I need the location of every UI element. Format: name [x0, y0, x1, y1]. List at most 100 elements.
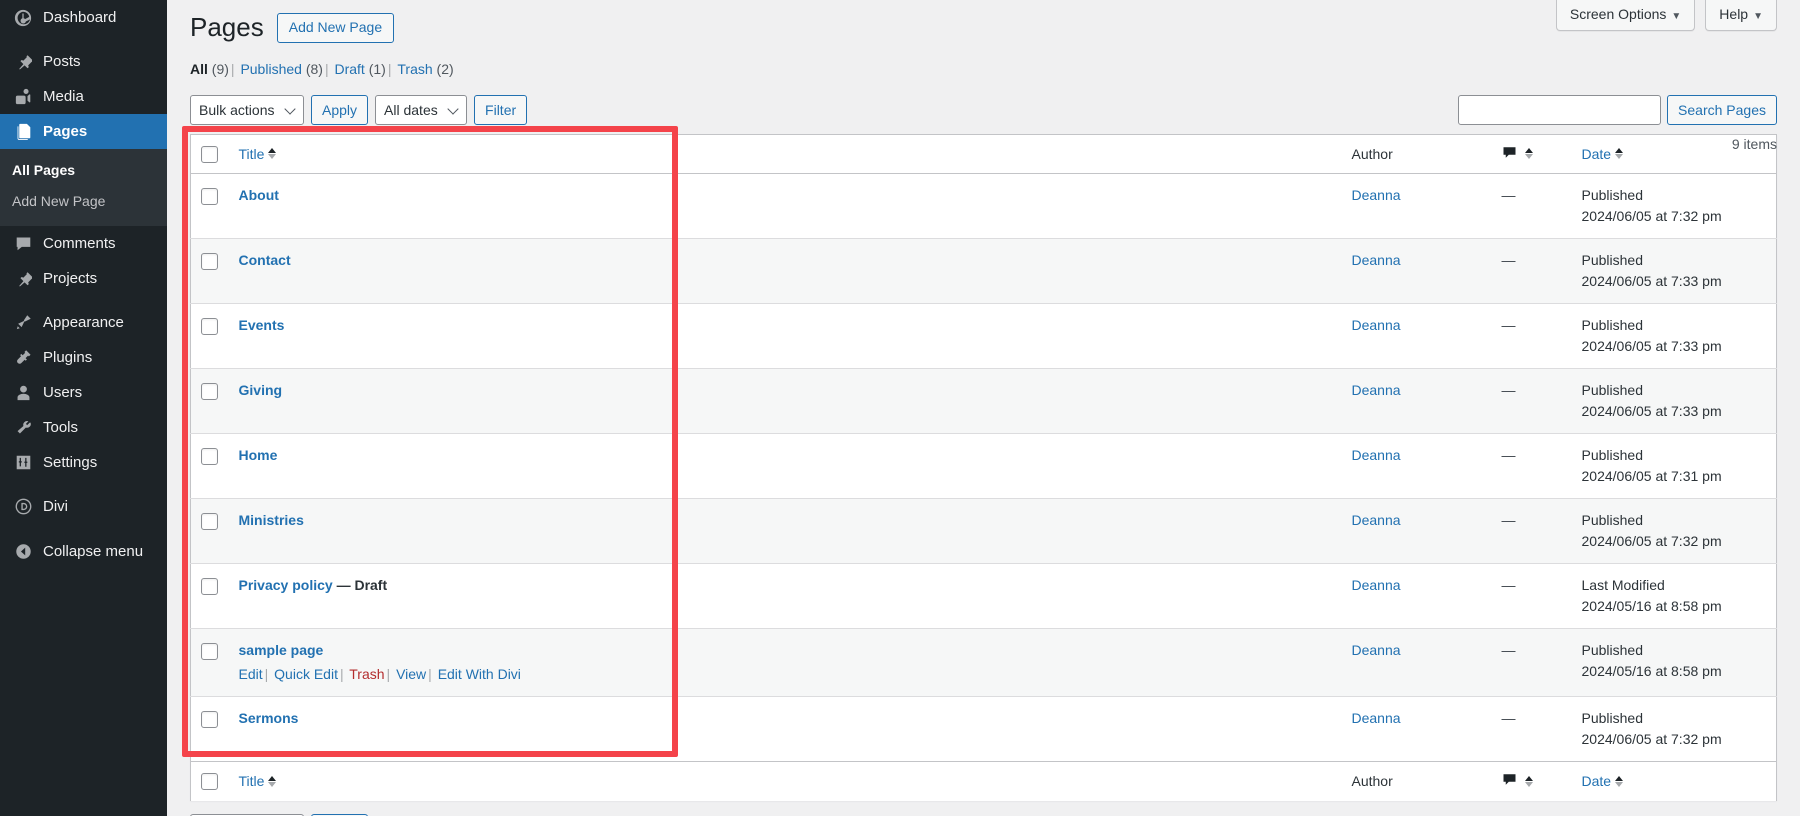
sidebar-item-plugins[interactable]: Plugins — [0, 340, 167, 375]
comment-icon — [1502, 772, 1517, 790]
row-title-link[interactable]: Home — [239, 447, 278, 463]
row-comments-value: — — [1501, 446, 1516, 463]
row-checkbox[interactable] — [201, 382, 218, 400]
row-title-link[interactable]: Events — [239, 317, 285, 333]
row-title-link[interactable]: Giving — [239, 382, 283, 398]
row-action-view[interactable]: View — [396, 666, 426, 682]
row-action-edit-with-divi[interactable]: Edit With Divi — [438, 666, 521, 682]
sidebar-item-users[interactable]: Users — [0, 375, 167, 410]
sort-date-link-top[interactable]: Date — [1582, 146, 1624, 162]
search-pages-button[interactable]: Search Pages — [1667, 94, 1777, 125]
sidebar-item-collapse-menu[interactable]: Collapse menu — [0, 534, 167, 569]
column-title-label: Title — [238, 145, 265, 162]
row-checkbox[interactable] — [201, 317, 218, 335]
row-author-link[interactable]: Deanna — [1352, 187, 1401, 203]
sort-date-link-bottom[interactable]: Date — [1582, 773, 1624, 789]
sidebar-item-dashboard[interactable]: Dashboard — [0, 0, 167, 35]
row-checkbox[interactable] — [201, 252, 218, 270]
sidebar-item-all-pages[interactable]: All Pages — [0, 155, 167, 186]
view-link-all: All (9) | — [190, 61, 237, 77]
sort-title-link-top[interactable]: Title — [239, 146, 277, 162]
collapse-icon — [12, 541, 34, 561]
row-author-cell: Deanna — [1341, 562, 1492, 629]
sidebar-item-divi[interactable]: Divi — [0, 489, 167, 524]
sidebar-item-add-new-page[interactable]: Add New Page — [0, 186, 167, 217]
search-input[interactable] — [1458, 94, 1662, 125]
apply-button-top[interactable]: Apply — [311, 94, 369, 125]
row-checkbox[interactable] — [201, 642, 218, 660]
row-checkbox[interactable] — [201, 447, 218, 465]
brush-icon — [12, 312, 34, 332]
row-checkbox[interactable] — [201, 710, 218, 728]
sidebar-item-media[interactable]: Media — [0, 79, 167, 114]
row-action-trash[interactable]: Trash — [349, 666, 384, 682]
add-new-page-button[interactable]: Add New Page — [276, 12, 395, 43]
row-comments-cell: — — [1492, 173, 1572, 238]
sidebar-item-appearance[interactable]: Appearance — [0, 305, 167, 340]
plugin-icon — [12, 347, 34, 367]
help-label: Help — [1719, 6, 1749, 22]
sidebar-item-posts[interactable]: Posts — [0, 44, 167, 79]
sidebar-item-label: Projects — [43, 269, 98, 287]
row-action-quick-edit[interactable]: Quick Edit — [274, 666, 338, 682]
sidebar-item-label: Pages — [43, 123, 88, 140]
column-date-label: Date — [1581, 145, 1612, 162]
row-checkbox-cell — [190, 302, 229, 369]
row-checkbox-cell — [190, 432, 229, 499]
row-date-value: 2024/06/05 at 7:33 pm — [1581, 337, 1722, 354]
bulk-actions-select[interactable]: Bulk actions — [190, 94, 304, 125]
select-all-checkbox-top[interactable] — [201, 145, 218, 163]
table-head: Title Author Date — [190, 134, 1777, 174]
row-checkbox[interactable] — [201, 577, 218, 595]
row-author-link[interactable]: Deanna — [1352, 317, 1401, 333]
view-separator: | — [230, 60, 235, 77]
sidebar-item-settings[interactable]: Settings — [0, 445, 167, 480]
sidebar-item-tools[interactable]: Tools — [0, 410, 167, 445]
select-all-checkbox-bottom[interactable] — [201, 773, 218, 791]
row-author-link[interactable]: Deanna — [1352, 252, 1401, 268]
row-author-link[interactable]: Deanna — [1352, 642, 1401, 658]
media-icon — [12, 87, 34, 107]
row-date-status: Published — [1581, 641, 1644, 658]
row-author-link[interactable]: Deanna — [1352, 447, 1401, 463]
date-filter-select[interactable]: All dates — [375, 94, 468, 125]
view-link-draft-anchor[interactable]: Draft — [334, 61, 364, 77]
screen-options-label: Screen Options — [1569, 6, 1667, 22]
filter-button[interactable]: Filter — [474, 94, 528, 125]
sort-title-link-bottom[interactable]: Title — [239, 773, 277, 789]
column-author-label: Author — [1351, 145, 1393, 162]
row-checkbox[interactable] — [201, 512, 218, 530]
sidebar-item-projects[interactable]: Projects — [0, 261, 167, 296]
row-title-link[interactable]: Contact — [239, 252, 291, 268]
sort-comments-link-bottom[interactable] — [1502, 772, 1533, 790]
row-title-link[interactable]: Sermons — [239, 710, 299, 726]
sidebar-item-pages[interactable]: Pages — [0, 114, 175, 149]
row-comments-value: — — [1501, 576, 1516, 593]
view-link-published-anchor[interactable]: Published — [240, 61, 302, 77]
row-title-link[interactable]: Ministries — [239, 512, 304, 528]
view-link-trash-anchor[interactable]: Trash — [397, 61, 432, 77]
row-author-link[interactable]: Deanna — [1352, 710, 1401, 726]
row-action-edit[interactable]: Edit — [239, 666, 263, 682]
sort-comments-link-top[interactable] — [1502, 145, 1533, 163]
row-date-status: Published — [1581, 511, 1644, 528]
row-author-link[interactable]: Deanna — [1352, 512, 1401, 528]
row-checkbox[interactable] — [201, 187, 218, 205]
sidebar-item-label: Dashboard — [43, 9, 117, 26]
screen-options-button[interactable]: Screen Options ▼ — [1555, 0, 1696, 31]
row-author-link[interactable]: Deanna — [1352, 382, 1401, 398]
row-comments-value: — — [1501, 641, 1516, 658]
view-count-all: (9) — [211, 60, 229, 77]
table-footer-row: Title Author Date — [190, 761, 1777, 801]
help-button[interactable]: Help ▼ — [1705, 0, 1777, 31]
sidebar-item-comments[interactable]: Comments — [0, 226, 167, 261]
row-title-link[interactable]: About — [239, 187, 279, 203]
sidebar-item-label: Plugins — [43, 348, 93, 366]
view-link-all-anchor[interactable]: All — [190, 61, 208, 77]
row-comments-value: — — [1501, 251, 1516, 268]
column-header-title: Title — [228, 134, 1342, 174]
row-title-link[interactable]: sample page — [239, 642, 324, 658]
row-title-link[interactable]: Privacy policy — [239, 577, 333, 593]
row-date-cell: Published 2024/06/05 at 7:31 pm — [1571, 432, 1777, 499]
row-author-link[interactable]: Deanna — [1352, 577, 1401, 593]
